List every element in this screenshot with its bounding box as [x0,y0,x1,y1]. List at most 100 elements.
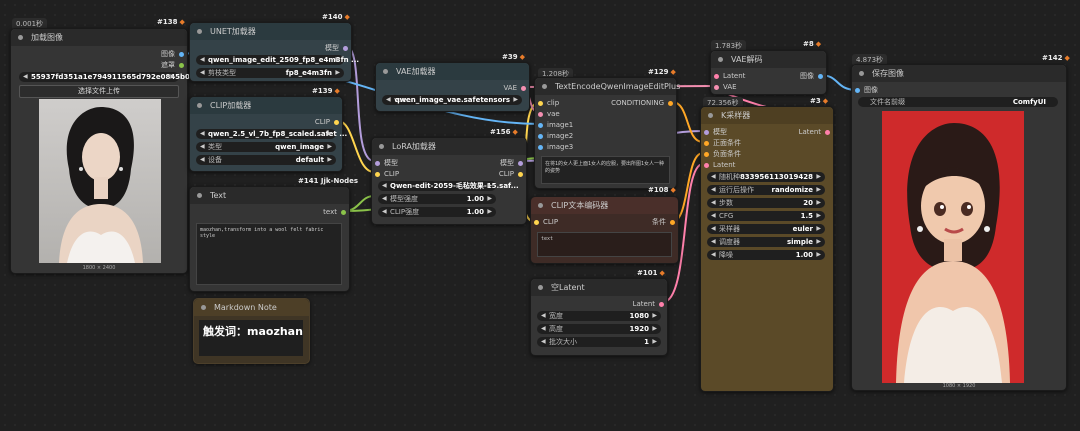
arrow-right-icon[interactable]: ▶ [335,55,340,65]
strength-clip-slider[interactable]: ◀ CLIP强度 1.00 ▶ [378,207,496,217]
vae-decode-node[interactable]: VAE解码 Latent VAE 图像 [710,50,827,95]
lora-name-combo[interactable]: ◀ Qwen-edit-2059-毛毡效果-15.saf... ▶ [378,181,519,191]
unet-loader-node[interactable]: UNET加载器 模型 ◀ qwen_image_edit_2509_fp8_e4m… [189,22,359,82]
note-content[interactable]: 触发词：maozhan [199,320,303,356]
arrow-right-icon[interactable]: ▶ [816,237,821,247]
batch-size-input[interactable]: ◀ 批次大小 1 ▶ [537,337,661,347]
arrow-right-icon[interactable]: ▶ [816,198,821,208]
arrow-right-icon[interactable]: ▶ [652,337,657,347]
arrow-left-icon[interactable]: ◀ [711,185,716,195]
node-header[interactable]: TextEncodeQwenImageEditPlus [535,78,680,95]
steps-input[interactable]: ◀ 步数 20 ▶ [707,198,825,208]
arrow-left-icon[interactable]: ◀ [200,55,205,65]
arrow-right-icon[interactable]: ▶ [513,95,518,105]
input-image3-socket[interactable] [538,145,543,150]
collapse-dot-icon[interactable] [538,203,543,208]
input-latent-socket[interactable] [704,163,709,168]
ksampler-node[interactable]: K采样器 模型 正面条件 负面条件 Latent Latent ◀ 随机种 8339… [700,106,834,392]
arrow-right-icon[interactable]: ▶ [487,181,492,191]
node-header[interactable]: UNET加载器 [190,23,351,40]
arrow-left-icon[interactable]: ◀ [541,324,546,334]
arrow-left-icon[interactable]: ◀ [382,207,387,217]
node-header[interactable]: VAE加载器 [376,63,529,80]
collapse-dot-icon[interactable] [383,69,388,74]
input-clip-socket[interactable] [538,101,543,106]
input-clip-socket[interactable] [375,172,380,177]
text-input[interactable]: maozhan,transform into a wool felt fabri… [196,223,342,285]
seed-input[interactable]: ◀ 随机种 833956113019428 ▶ [707,172,825,182]
node-header[interactable]: CLIP加载器 [190,97,342,114]
output-conditioning-socket[interactable] [670,220,675,225]
output-clip-socket[interactable] [334,120,339,125]
arrow-left-icon[interactable]: ◀ [200,155,205,165]
input-model-socket[interactable] [704,130,709,135]
denoise-input[interactable]: ◀ 降噪 1.00 ▶ [707,250,825,260]
collapse-dot-icon[interactable] [718,57,723,62]
arrow-right-icon[interactable]: ▶ [170,72,175,82]
arrow-left-icon[interactable]: ◀ [541,311,546,321]
arrow-left-icon[interactable]: ◀ [386,95,391,105]
arrow-left-icon[interactable]: ◀ [382,181,387,191]
arrow-left-icon[interactable]: ◀ [711,224,716,234]
collapse-dot-icon[interactable] [197,193,202,198]
node-header[interactable]: 加载图像 [11,29,187,46]
collapse-dot-icon[interactable] [197,29,202,34]
arrow-right-icon[interactable]: ▶ [327,129,332,139]
input-negative-socket[interactable] [704,152,709,157]
arrow-right-icon[interactable]: ▶ [487,207,492,217]
arrow-left-icon[interactable]: ◀ [382,194,387,204]
lora-loader-node[interactable]: LoRA加载器 模型 CLIP 模型 CLIP ◀ Qwen-edit-2059-… [371,137,527,225]
clip-loader-node[interactable]: CLIP加载器 CLIP ◀ qwen_2.5_vl_7b_fp8_scaled.… [189,96,347,172]
arrow-right-icon[interactable]: ▶ [652,311,657,321]
output-conditioning-socket[interactable] [668,101,673,106]
arrow-left-icon[interactable]: ◀ [200,142,205,152]
text-encode-qwen-plus-node[interactable]: TextEncodeQwenImageEditPlus clip vae ima… [534,77,680,189]
arrow-right-icon[interactable]: ▶ [816,211,821,221]
arrow-left-icon[interactable]: ◀ [711,250,716,260]
weight-dtype-combo[interactable]: ◀ 剪枝类型 fp8_e4m3fn ▶ [196,68,344,78]
control-after-generate-combo[interactable]: ◀ 运行后操作 randomize ▶ [707,185,825,195]
node-header[interactable]: LoRA加载器 [372,138,526,155]
node-header[interactable]: 空Latent [531,279,667,296]
input-image-socket[interactable] [855,88,860,93]
input-model-socket[interactable] [375,161,380,166]
arrow-left-icon[interactable]: ◀ [711,237,716,247]
input-latent-socket[interactable] [714,74,719,79]
node-header[interactable]: VAE解码 [711,51,826,68]
sampler-combo[interactable]: ◀ 采样器 euler ▶ [707,224,825,234]
clip-device-combo[interactable]: ◀ 设备 default ▶ [196,155,336,165]
arrow-right-icon[interactable]: ▶ [487,194,492,204]
arrow-left-icon[interactable]: ◀ [541,337,546,347]
scheduler-combo[interactable]: ◀ 调度器 simple ▶ [707,237,825,247]
node-header[interactable]: Text [190,187,349,204]
arrow-right-icon[interactable]: ▶ [816,172,821,182]
output-image-socket[interactable] [818,74,823,79]
vae-name-combo[interactable]: ◀ vae ... qwen_image_vae.safetensors ▶ [382,95,522,105]
clip-name-combo[interactable]: ◀ qwen_2.5_vl_7b_fp8_scaled.safet ... ▶ [196,129,347,139]
input-image2-socket[interactable] [538,134,543,139]
node-header[interactable]: Markdown Note [194,299,309,316]
prompt-input[interactable]: 在将1的女人更上面1女人的应服，要出所图1女人一种的姿势 [541,156,670,184]
node-header[interactable]: K采样器 [701,107,833,124]
arrow-left-icon[interactable]: ◀ [200,68,205,78]
input-positive-socket[interactable] [704,141,709,146]
cfg-input[interactable]: ◀ CFG 1.5 ▶ [707,211,825,221]
collapse-dot-icon[interactable] [859,71,864,76]
markdown-note-node[interactable]: Markdown Note 触发词：maozhan [193,298,310,364]
arrow-right-icon[interactable]: ▶ [327,155,332,165]
clip-type-combo[interactable]: ◀ 类型 qwen_image ▶ [196,142,336,152]
load-image-node[interactable]: 加载图像 图像 遮罩 ◀ 55937fd351a1e794911565d792e0… [10,28,205,274]
arrow-left-icon[interactable]: ◀ [200,129,205,139]
arrow-right-icon[interactable]: ▶ [335,68,340,78]
height-input[interactable]: ◀ 高度 1920 ▶ [537,324,661,334]
arrow-left-icon[interactable]: ◀ [711,211,716,221]
input-image1-socket[interactable] [538,123,543,128]
input-vae-socket[interactable] [538,112,543,117]
output-image-socket[interactable] [179,52,184,57]
arrow-right-icon[interactable]: ▶ [652,324,657,334]
clip-text-encode-node[interactable]: CLIP文本编码器 CLIP 条件 text [530,196,679,264]
output-model-socket[interactable] [343,46,348,51]
collapse-dot-icon[interactable] [201,305,206,310]
output-mask-socket[interactable] [179,63,184,68]
collapse-dot-icon[interactable] [197,103,202,108]
